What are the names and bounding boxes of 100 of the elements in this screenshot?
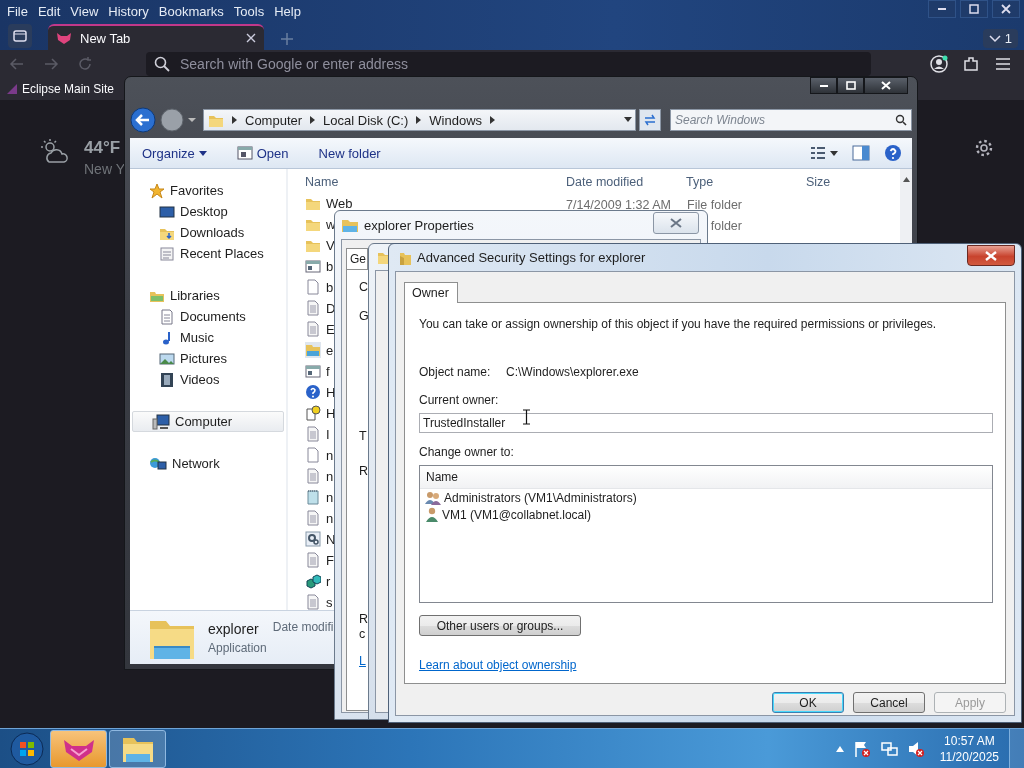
file-name[interactable]: E <box>305 321 335 337</box>
close-icon[interactable] <box>246 33 256 43</box>
tab-list-button[interactable]: 1 <box>982 29 1018 48</box>
breadcrumb-item[interactable]: Local Disk (C:) <box>323 112 409 128</box>
column-header[interactable]: Size <box>800 174 831 189</box>
settings-icon[interactable] <box>974 138 994 158</box>
file-name[interactable]: f <box>305 363 330 379</box>
owner-list-item[interactable]: VM1 (VM1@collabnet.local) <box>420 506 992 523</box>
film-icon <box>159 371 175 388</box>
dialog-title: explorer Properties <box>364 217 475 233</box>
file-name[interactable]: V <box>305 237 335 253</box>
column-header[interactable]: Type <box>680 174 800 189</box>
sidebar-item[interactable]: Computer <box>132 411 284 432</box>
toolbar-button[interactable]: New folder <box>318 145 381 161</box>
sidebar-item[interactable]: Recent Places <box>130 243 286 264</box>
sidebar-item[interactable]: Downloads <box>130 222 286 243</box>
network-icon[interactable] <box>879 739 898 758</box>
bookmark-item[interactable]: Eclipse Main Site <box>6 82 115 96</box>
file-name[interactable]: e <box>305 342 334 358</box>
sidebar-item[interactable]: Favorites <box>130 180 286 201</box>
file-name[interactable]: n <box>305 489 334 505</box>
file-name[interactable]: n <box>305 468 334 484</box>
file-name[interactable]: I <box>305 426 330 442</box>
menu-item[interactable]: Tools <box>228 3 270 19</box>
minimize-button[interactable] <box>810 77 837 94</box>
sidebar-item[interactable]: Documents <box>130 306 286 327</box>
maximize-button[interactable] <box>837 77 864 94</box>
close-icon <box>1001 4 1011 14</box>
flag-icon[interactable] <box>852 739 871 758</box>
owner-field[interactable]: TrustedInstaller <box>419 413 993 433</box>
refresh-icon <box>643 114 657 126</box>
minimize-button[interactable] <box>928 0 956 18</box>
file-name[interactable]: s <box>305 594 333 610</box>
show-hidden-icons-icon[interactable] <box>835 745 844 752</box>
dialog-button[interactable]: OK <box>772 692 844 713</box>
menu-item[interactable]: Edit <box>32 3 66 19</box>
file-name[interactable]: H <box>305 405 336 421</box>
column-header[interactable]: Date modified <box>560 174 680 189</box>
other-users-button[interactable]: Other users or groups... <box>419 615 581 636</box>
taskbar-app-button[interactable] <box>109 729 166 768</box>
star-icon <box>149 182 165 199</box>
column-header[interactable]: Name <box>426 470 458 484</box>
menu-item[interactable]: File <box>2 3 33 19</box>
sidebar-item[interactable]: Network <box>130 453 286 474</box>
sidebar-item[interactable]: Desktop <box>130 201 286 222</box>
description-text: You can take or assign ownership of this object if you have the required permissions or privileges. <box>419 317 938 331</box>
link[interactable]: L <box>359 654 366 668</box>
menu-item[interactable]: History <box>103 3 154 19</box>
menu-icon[interactable] <box>994 55 1012 73</box>
file-name[interactable]: n <box>305 510 334 526</box>
sidebar-item[interactable]: Videos <box>130 369 286 390</box>
tab[interactable]: Owner <box>404 282 458 303</box>
user-group-icon <box>425 489 442 506</box>
close-button[interactable] <box>864 77 908 94</box>
close-button[interactable] <box>967 245 1015 266</box>
file-name[interactable]: H <box>305 384 336 400</box>
file-name[interactable]: F <box>305 552 334 568</box>
back-button-icon[interactable] <box>130 107 156 133</box>
view-options-button[interactable] <box>810 146 838 160</box>
sidebar-item[interactable]: Pictures <box>130 348 286 369</box>
dialog-button[interactable]: Cancel <box>853 692 925 713</box>
maximize-button[interactable] <box>960 0 988 18</box>
file-name[interactable]: r <box>305 573 331 589</box>
toolbar-button[interactable]: Open <box>236 145 289 161</box>
sidebar-item[interactable]: Music <box>130 327 286 348</box>
toolbar-button[interactable]: Organize <box>142 145 207 161</box>
file-name[interactable]: N <box>305 531 336 547</box>
breadcrumb-item[interactable]: Windows <box>429 112 483 128</box>
recent-places-icon <box>159 245 175 262</box>
file-name[interactable]: b <box>305 279 334 295</box>
tab-manager-button[interactable] <box>8 24 32 48</box>
file-name[interactable]: b <box>305 258 334 274</box>
address-field[interactable]: Search with Google or enter address <box>146 52 871 76</box>
text-page-icon <box>305 510 321 526</box>
file-name[interactable]: Web <box>305 195 353 211</box>
menu-item[interactable]: View <box>65 3 104 19</box>
preview-pane-icon[interactable] <box>852 145 870 161</box>
tab[interactable]: Ge <box>346 248 368 269</box>
learn-link[interactable]: Learn about object ownership <box>419 658 577 672</box>
clock[interactable]: 10:57 AM 11/20/2025 <box>939 732 999 765</box>
file-name[interactable]: n <box>305 447 334 463</box>
address-bar[interactable]: Computer Local Disk (C:) Windows <box>203 109 636 131</box>
caret-icon <box>198 150 207 156</box>
search-input[interactable]: Search Windows <box>675 113 895 127</box>
search-field[interactable]: Search Windows <box>670 109 912 131</box>
sidebar-item[interactable]: Libraries <box>130 285 286 306</box>
extensions-icon[interactable] <box>962 55 980 73</box>
help-icon[interactable] <box>884 144 902 162</box>
menu-item[interactable]: Bookmarks <box>153 3 229 19</box>
browser-tab[interactable]: New Tab <box>48 24 264 50</box>
column-header[interactable]: Name <box>288 174 560 189</box>
menu-item[interactable]: Help <box>269 3 306 19</box>
close-button[interactable] <box>992 0 1020 18</box>
scroll-up-arrow-icon[interactable] <box>902 177 910 182</box>
owner-list-item[interactable]: Administrators (VM1\Administrators) <box>420 489 992 506</box>
breadcrumb-item[interactable]: Computer <box>245 112 303 128</box>
taskbar-app-button[interactable] <box>50 729 107 768</box>
speaker-muted-icon[interactable] <box>906 739 925 758</box>
dropdown-arrow-icon[interactable] <box>621 116 635 124</box>
account-icon[interactable] <box>930 55 948 73</box>
